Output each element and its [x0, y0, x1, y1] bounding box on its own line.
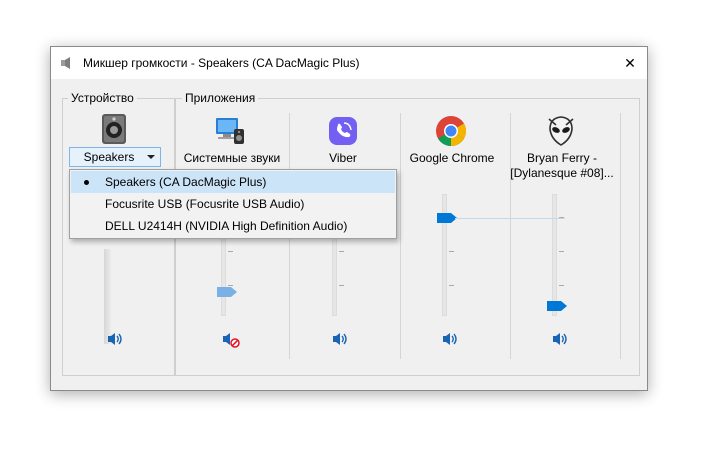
- slider-tick: [228, 285, 233, 286]
- slider-tick: [449, 251, 454, 252]
- column-separator: [510, 113, 511, 359]
- slider-tick: [339, 285, 344, 286]
- app-mute-button[interactable]: [552, 331, 570, 347]
- selected-dot-icon: [84, 180, 89, 185]
- dropdown-item[interactable]: Focusrite USB (Focusrite USB Audio): [71, 193, 395, 215]
- volume-slider-thumb[interactable]: [217, 287, 237, 297]
- foobar-alien-icon: [548, 116, 574, 146]
- slider-tick: [559, 285, 564, 286]
- app-label: Google Chrome: [409, 151, 495, 165]
- volume-mixer-window: Микшер громкости - Speakers (CA DacMagic…: [50, 46, 648, 391]
- app-label-second-line: [Dylanesque #08]...: [510, 166, 614, 180]
- window-title: Микшер громкости - Speakers (CA DacMagic…: [83, 56, 360, 70]
- dropdown-item-label: DELL U2414H (NVIDIA High Definition Audi…: [105, 219, 348, 233]
- slider-tick: [449, 285, 454, 286]
- app-mute-button[interactable]: [222, 332, 240, 348]
- app-label: Bryan Ferry -: [526, 151, 597, 165]
- app-label: Системные звуки: [183, 151, 281, 165]
- dropdown-item-label: Focusrite USB (Focusrite USB Audio): [105, 197, 305, 211]
- device-mute-button[interactable]: [107, 331, 125, 347]
- column-separator: [620, 113, 621, 359]
- dropdown-item[interactable]: Speakers (CA DacMagic Plus): [71, 171, 395, 193]
- title-bar[interactable]: Микшер громкости - Speakers (CA DacMagic…: [51, 47, 647, 79]
- chevron-down-icon: [147, 155, 155, 159]
- device-dropdown-list: Speakers (CA DacMagic Plus) Focusrite US…: [69, 169, 397, 239]
- system-sounds-icon: [216, 118, 244, 144]
- dropdown-item[interactable]: DELL U2414H (NVIDIA High Definition Audi…: [71, 215, 395, 237]
- volume-slider-thumb[interactable]: [547, 301, 567, 311]
- app-mute-button[interactable]: [442, 331, 460, 347]
- slider-tick: [339, 251, 344, 252]
- column-separator: [400, 113, 401, 359]
- dropdown-item-label: Speakers (CA DacMagic Plus): [105, 175, 267, 189]
- speaker-icon: [61, 57, 70, 69]
- master-level-line: [455, 218, 565, 219]
- device-select[interactable]: Speakers: [69, 147, 161, 167]
- slider-tick: [228, 251, 233, 252]
- apps-group-label: Приложения: [182, 91, 259, 105]
- app-label: Viber: [329, 151, 357, 165]
- viber-icon: [329, 117, 357, 145]
- chrome-icon: [436, 116, 467, 146]
- app-mute-button[interactable]: [332, 331, 350, 347]
- volume-slider-track[interactable]: [552, 194, 557, 316]
- close-button[interactable]: ✕: [613, 47, 647, 79]
- slider-tick: [559, 251, 564, 252]
- device-group-label: Устройство: [68, 91, 137, 105]
- device-select-value: Speakers: [83, 150, 135, 164]
- device-peak-meter: [104, 249, 111, 344]
- volume-slider-thumb[interactable]: [437, 213, 457, 223]
- speaker-device-icon: [102, 114, 126, 144]
